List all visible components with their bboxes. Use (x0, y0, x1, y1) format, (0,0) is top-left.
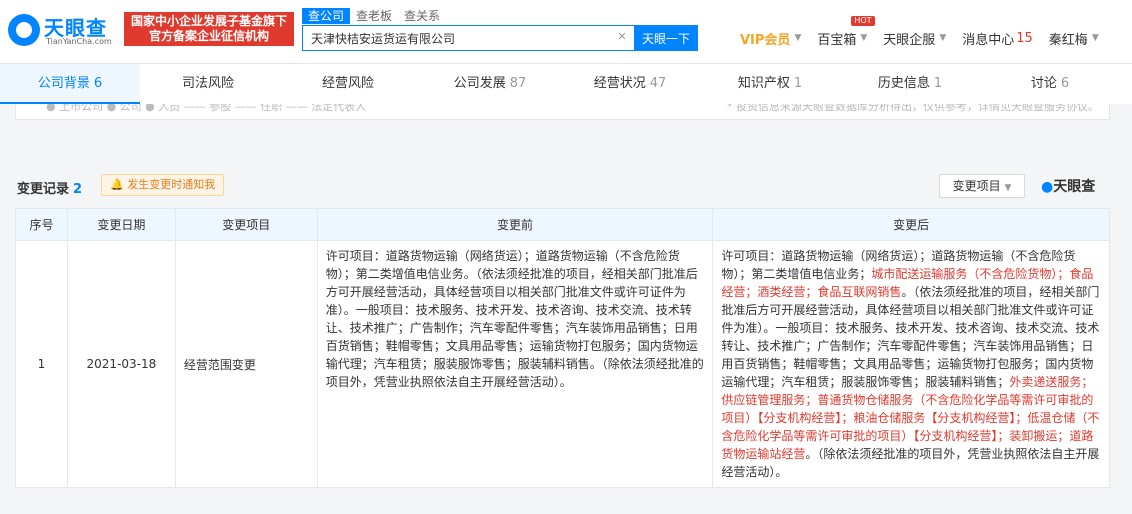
notify-label: 发生变更时通知我 (127, 178, 216, 191)
change-record-header: 变更记录 2 🔔 发生变更时通知我 变更项目 ▼ ●天眼查 (15, 174, 1110, 198)
logo-brand-sub: TianYanCha.com (46, 37, 112, 46)
tab-label: 司法风险 (181, 76, 234, 91)
tab-count: 1 (793, 76, 803, 91)
watermark-logo: ●天眼查 (1041, 176, 1095, 196)
tab-label: 历史信息 (877, 76, 930, 91)
tab-count: 6 (1060, 76, 1070, 91)
search-box: ✕ 天眼一下 (302, 25, 698, 51)
watermark-logo-text: 天眼查 (1053, 179, 1096, 195)
search-tab-company[interactable]: 查公司 (302, 8, 351, 24)
graph-legend: ● 上市公司 ● 公司 ● 人员 —— 参股 —— 任职 —— 法定代表人 (46, 104, 367, 113)
notify-on-change-button[interactable]: 🔔 发生变更时通知我 (101, 174, 225, 196)
message-center-link[interactable]: 消息中心 15 (962, 29, 1033, 48)
vip-label: VIP会员 (740, 32, 791, 48)
tianyancha-logo[interactable]: 天眼查 TianYanCha.com (8, 10, 120, 50)
chevron-down-icon: ▼ (1091, 33, 1099, 43)
top-header: 天眼查 TianYanCha.com 国家中小企业发展子基金旗下 官方备案企业征… (0, 0, 1132, 64)
hot-badge: HOT (851, 15, 875, 26)
tab-label: 公司发展 (453, 76, 506, 91)
tab-count: 47 (649, 76, 667, 91)
user-name: 秦红梅 (1048, 32, 1088, 48)
tab-discussion[interactable]: 讨论 6 (980, 64, 1120, 104)
search-tabs: 查公司 查老板 查关系 (302, 8, 446, 24)
col-header-item: 变更项目 (174, 208, 318, 241)
gov-badge-line2: 官方备案企业征信机构 (148, 29, 269, 43)
message-count-badge: 15 (1016, 30, 1033, 46)
tab-label: 公司背景 (37, 76, 90, 91)
change-record-table: 序号 变更日期 变更项目 变更前 变更后 1 2021-03-18 经营范围变更… (15, 208, 1110, 488)
treasure-box-label: 百宝箱 (817, 32, 857, 48)
tab-company-background[interactable]: 公司背景 6 (0, 64, 140, 104)
enterprise-service-menu[interactable]: 天眼企服 ▼ (883, 29, 946, 48)
tab-label: 经营状况 (593, 76, 646, 91)
section-count: 2 (73, 182, 83, 197)
row-date: 2021-03-18 (66, 240, 176, 488)
tab-label: 经营风险 (321, 76, 374, 91)
search-tab-relation[interactable]: 查关系 (398, 8, 446, 24)
logo-mark-icon: ● (1041, 179, 1054, 195)
logo-mark-icon (8, 14, 40, 46)
section-title-text: 变更记录 (17, 182, 70, 197)
row-num: 1 (15, 240, 68, 488)
gov-badge-line1: 国家中小企业发展子基金旗下 (130, 14, 287, 28)
search-area: 查公司 查老板 查关系 ✕ 天眼一下 (302, 8, 702, 52)
tab-ip[interactable]: 知识产权 1 (700, 64, 840, 104)
previous-section-strip: ● 上市公司 ● 公司 ● 人员 —— 参股 —— 任职 —— 法定代表人 * … (15, 104, 1110, 120)
user-menu[interactable]: 秦红梅 ▼ (1049, 29, 1099, 48)
tab-business-risk[interactable]: 经营风险 (280, 64, 420, 104)
table-row: 1 2021-03-18 经营范围变更 许可项目：道路货物运输（网络货运）；道路… (15, 240, 1110, 488)
tab-legal-risk[interactable]: 司法风险 (140, 64, 280, 104)
col-header-before: 变更前 (316, 208, 714, 241)
chevron-down-icon: ▼ (794, 33, 802, 43)
row-item: 经营范围变更 (174, 240, 318, 488)
top-nav: VIP会员 ▼ 百宝箱 HOT ▼ 天眼企服 ▼ 消息中心 15 秦红梅 ▼ (740, 15, 1115, 48)
chevron-down-icon: ▼ (939, 33, 947, 43)
vip-link[interactable]: VIP会员 ▼ (740, 29, 801, 48)
enterprise-service-label: 天眼企服 (883, 32, 936, 48)
chevron-down-icon: ▼ (1004, 183, 1012, 193)
section-title: 变更记录 2 (17, 178, 82, 197)
col-header-date: 变更日期 (66, 208, 176, 241)
tab-label: 讨论 (1030, 76, 1057, 91)
change-item-filter[interactable]: 变更项目 ▼ (939, 174, 1025, 198)
search-tab-boss[interactable]: 查老板 (350, 8, 398, 24)
tab-count: 6 (93, 76, 103, 91)
tab-count: 87 (509, 76, 527, 91)
row-after: 许可项目：道路货物运输（网络货运）；道路货物运输（不含危险货物）；第二类增值电信… (712, 240, 1110, 488)
gov-badge: 国家中小企业发展子基金旗下 官方备案企业征信机构 (124, 12, 294, 46)
table-header-row: 序号 变更日期 变更项目 变更前 变更后 (15, 208, 1110, 241)
tab-history[interactable]: 历史信息 1 (840, 64, 980, 104)
tab-label: 知识产权 (737, 76, 790, 91)
col-header-after: 变更后 (712, 208, 1110, 241)
message-center-label: 消息中心 (962, 32, 1015, 48)
row-before: 许可项目：道路货物运输（网络货运）；道路货物运输（不含危险货物）；第二类增值电信… (316, 240, 714, 488)
clear-icon[interactable]: ✕ (615, 30, 629, 44)
after-text: 。（依法须经批准的项目，经相关部门批准后方可开展经营活动，具体经营项目以相关部门… (721, 285, 1100, 389)
bell-icon: 🔔 (110, 178, 124, 191)
tab-count: 1 (933, 76, 943, 91)
col-header-num: 序号 (15, 208, 68, 241)
search-button[interactable]: 天眼一下 (634, 25, 698, 51)
treasure-box-menu[interactable]: 百宝箱 HOT ▼ (817, 15, 875, 48)
tab-company-development[interactable]: 公司发展 87 (420, 64, 560, 104)
tab-business-status[interactable]: 经营状况 47 (560, 64, 700, 104)
filter-label: 变更项目 (952, 179, 1001, 193)
chevron-down-icon: ▼ (860, 33, 868, 43)
search-input[interactable] (303, 26, 633, 50)
graph-note: * 投资信息来源天眼查数据库分析得出，仅供参考，详情见天眼查服务协议。 (727, 104, 1099, 113)
company-tabs: 公司背景 6 司法风险 经营风险 公司发展 87 经营状况 47 知识产权 1 历史信息… (0, 64, 1132, 104)
